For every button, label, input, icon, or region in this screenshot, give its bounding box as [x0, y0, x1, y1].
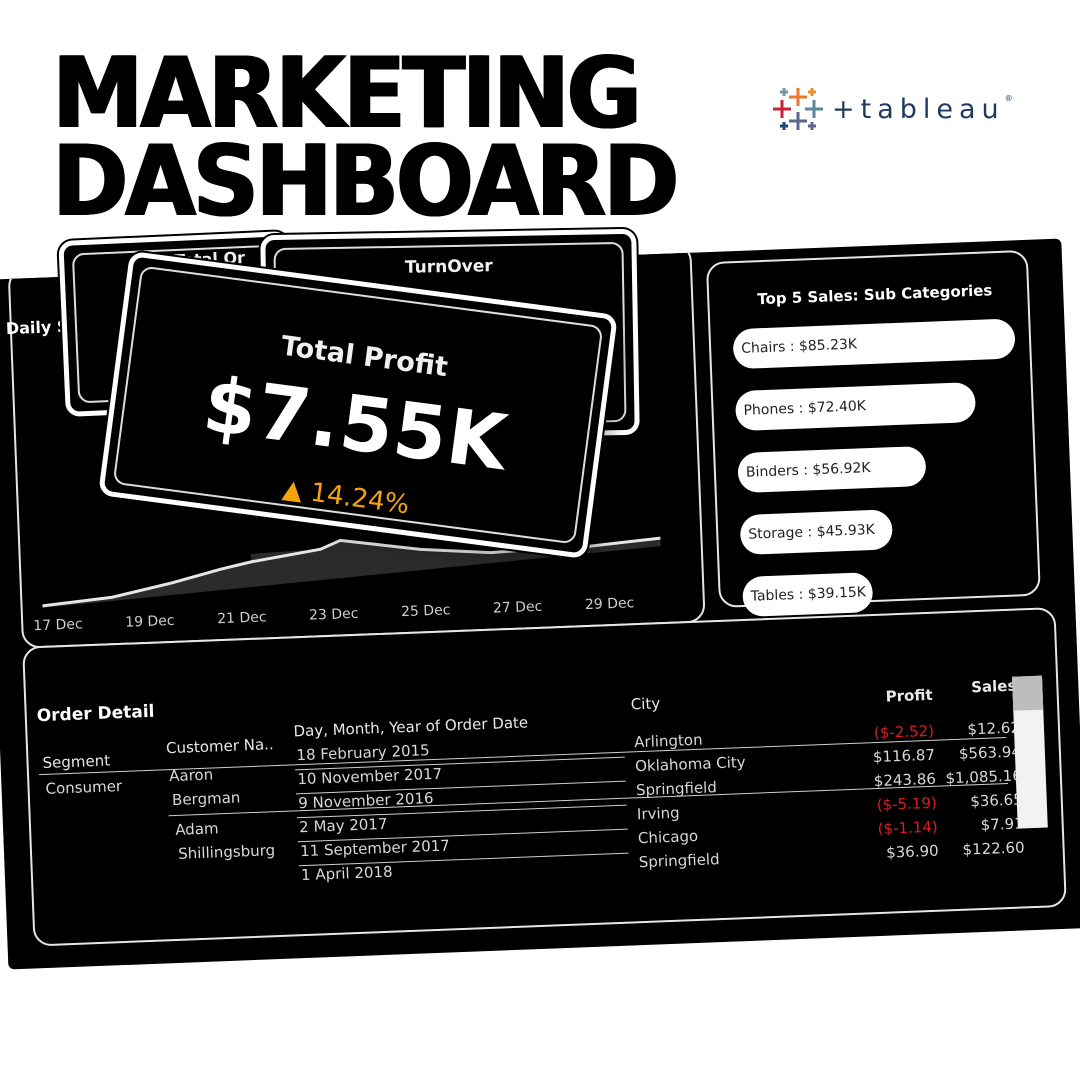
top5-bar[interactable]: Binders : $56.92K	[737, 445, 927, 494]
order-date-cell: 1 April 2018	[300, 862, 393, 885]
customer-1-last: Bergman	[171, 788, 241, 810]
x-tick-label: 29 Dec	[585, 595, 635, 613]
sales-cell: $7.91	[980, 814, 1024, 835]
order-date-cell: 9 November 2016	[297, 789, 434, 813]
profit-cell: ($-1.14)	[877, 817, 939, 839]
x-tick-label: 19 Dec	[125, 613, 175, 631]
customer-2-first: Adam	[174, 819, 219, 839]
profit-cell: $243.86	[873, 769, 937, 791]
header-segment[interactable]: Segment	[42, 751, 110, 772]
header-city[interactable]: City	[630, 694, 660, 713]
header-customer[interactable]: Customer Na..	[166, 735, 274, 757]
city-cell: Springfield	[635, 778, 718, 800]
tableau-logo: +tableau®	[772, 86, 1013, 132]
tableau-wordmark: +tableau®	[832, 93, 1013, 125]
sales-cell: $1,085.16	[945, 766, 1023, 788]
top5-bar[interactable]: Chairs : $85.23K	[732, 318, 1016, 370]
up-triangle-icon: ▲	[280, 474, 305, 507]
customer-2-last: Shillingsburg	[177, 841, 276, 863]
scrollbar-thumb[interactable]	[1011, 675, 1044, 711]
profit-cell: ($-5.19)	[876, 793, 938, 815]
city-cell: Oklahoma City	[634, 753, 746, 776]
sales-cell: $563.94	[958, 742, 1022, 763]
customer-1-first: Aaron	[168, 765, 214, 786]
x-tick-label: 23 Dec	[309, 606, 359, 624]
order-date-cell: 2 May 2017	[298, 814, 388, 837]
sales-cell: $122.60	[962, 838, 1025, 859]
city-cell: Springfield	[638, 850, 720, 872]
tableau-plus-mark-icon	[773, 88, 823, 130]
order-detail-title: Order Detail	[36, 701, 155, 727]
x-tick-label: 17 Dec	[33, 616, 83, 634]
sales-cell: $12.62	[967, 718, 1021, 739]
profit-cell: $36.90	[885, 841, 939, 862]
headline-line-2: DASHBOARD	[52, 133, 682, 231]
top5-title: Top 5 Sales: Sub Categories	[756, 281, 993, 309]
top5-sales-panel: Top 5 Sales: Sub Categories Chairs : $85…	[705, 249, 1041, 618]
table-scrollbar[interactable]	[1011, 675, 1048, 829]
x-tick-label: 25 Dec	[401, 602, 451, 620]
segment-value: Consumer	[45, 777, 123, 798]
top5-bar[interactable]: Storage : $45.93K	[739, 509, 894, 556]
headline: MARKETING DASHBOARD	[52, 45, 682, 231]
top5-bar[interactable]: Tables : $39.15K	[741, 572, 874, 618]
x-tick-label: 21 Dec	[217, 609, 267, 627]
city-cell: Irving	[636, 803, 680, 824]
header-order-date[interactable]: Day, Month, Year of Order Date	[293, 713, 528, 740]
order-detail-panel: Order Detail Segment Customer Na.. Day, …	[22, 607, 1067, 947]
city-cell: Chicago	[637, 826, 699, 848]
header-sales[interactable]: Sales	[942, 677, 1017, 698]
x-tick-label: 27 Dec	[493, 599, 543, 617]
header-profit[interactable]: Profit	[846, 686, 933, 707]
sales-cell: $36.65	[969, 790, 1024, 811]
top5-bar[interactable]: Phones : $72.40K	[734, 381, 977, 432]
profit-cell: $116.87	[872, 745, 936, 767]
city-cell: Arlington	[633, 730, 703, 752]
